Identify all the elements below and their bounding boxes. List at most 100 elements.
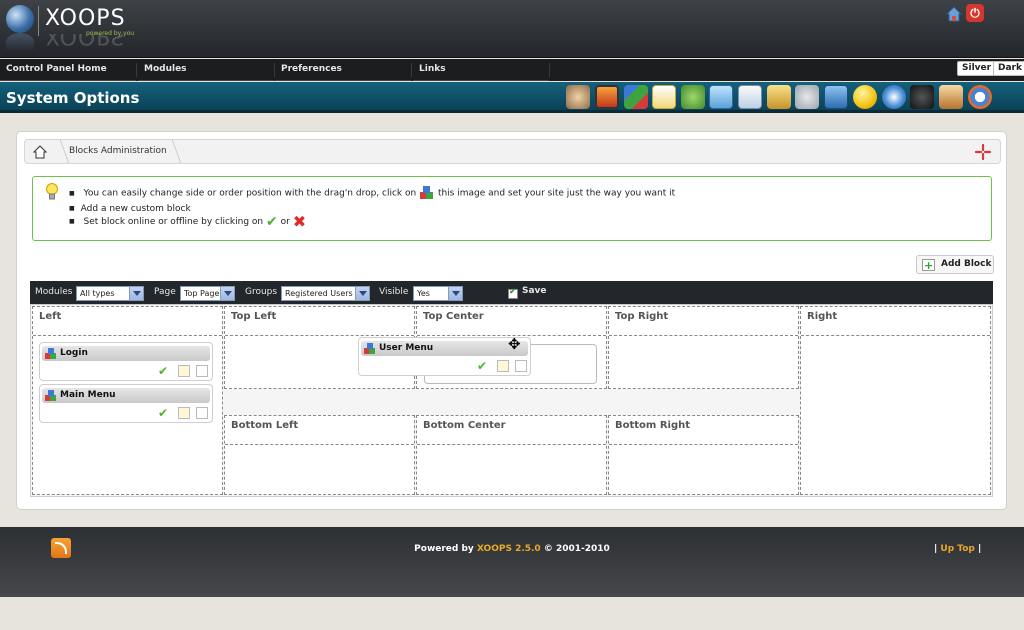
block-header[interactable]: Main Menu — [42, 388, 210, 403]
smilies-icon[interactable] — [853, 85, 877, 109]
admin-navbar: Control Panel Home Modules Preferences L… — [0, 59, 1024, 81]
zone-divider — [33, 335, 222, 336]
online-check-icon[interactable]: ✔ — [477, 360, 489, 372]
modules-filter-value: All types — [80, 289, 115, 298]
clone-icon[interactable] — [515, 360, 527, 372]
clone-icon[interactable] — [196, 407, 208, 419]
page-filter-label: Page — [154, 287, 176, 297]
visible-filter-label: Visible — [379, 287, 409, 297]
block-login[interactable]: Login ✔ — [39, 342, 213, 381]
avatars-icon[interactable] — [566, 85, 590, 109]
check-icon: ✔ — [266, 213, 278, 230]
logout-icon[interactable]: ⏻ — [966, 4, 984, 22]
page-filter-value: Top Page — [184, 289, 220, 298]
home-icon[interactable] — [946, 6, 962, 22]
zone-title: Bottom Center — [423, 420, 506, 431]
powered-prefix: Powered by — [414, 544, 474, 554]
clone-icon[interactable] — [196, 365, 208, 377]
site-footer — [0, 527, 1024, 597]
globe-logo-reflection — [6, 33, 34, 51]
groups-filter-label: Groups — [245, 287, 278, 297]
theme-silver-button[interactable]: Silver — [957, 61, 997, 76]
zone-title: Right — [807, 311, 838, 322]
tip-drag-drop: You can easily change side or order posi… — [69, 185, 675, 201]
page-filter-select[interactable]: Top Page — [180, 286, 235, 301]
block-user-menu[interactable]: User Menu ✔ — [358, 337, 531, 376]
powered-brand-link[interactable]: XOOPS 2.5.0 — [477, 544, 541, 554]
powered-by: Powered by XOOPS 2.5.0 © 2001-2010 — [0, 544, 1024, 554]
online-check-icon[interactable]: ✔ — [158, 407, 170, 419]
block-title: User Menu — [379, 343, 434, 353]
tip-text: Set block online or offline by clicking … — [83, 217, 264, 227]
users-icon[interactable] — [939, 85, 963, 109]
theme-dark-button[interactable]: Dark — [993, 61, 1024, 76]
block-title: Main Menu — [60, 390, 116, 400]
blocks-icon — [45, 348, 56, 359]
zone-title: Bottom Left — [231, 420, 299, 431]
home-icon[interactable] — [33, 145, 47, 159]
up-top-link[interactable]: Up Top — [940, 544, 974, 554]
zone-divider — [225, 335, 414, 336]
block-header[interactable]: User Menu — [361, 341, 528, 356]
online-check-icon[interactable]: ✔ — [158, 365, 170, 377]
templates-icon[interactable] — [882, 85, 906, 109]
zone-right[interactable]: Right — [800, 306, 991, 495]
block-header[interactable]: Login — [42, 346, 210, 361]
tips-box: You can easily change side or order posi… — [32, 176, 992, 241]
globe-logo-icon[interactable] — [6, 5, 34, 33]
move-cursor-icon: ✥ — [508, 335, 521, 353]
maintenance-icon[interactable] — [738, 85, 762, 109]
logo-divider — [38, 6, 39, 36]
preferences-icon[interactable] — [824, 85, 848, 109]
nav-control-panel-home[interactable]: Control Panel Home — [0, 59, 136, 81]
groups-filter-select[interactable]: Registered Users — [281, 286, 370, 301]
logo-text[interactable]: XOOPS — [45, 6, 126, 31]
save-label[interactable]: Save — [522, 286, 547, 296]
filter-bar: Modules All types Page Top Page Groups R… — [30, 281, 993, 304]
nav-modules[interactable]: Modules — [138, 59, 274, 81]
edit-icon[interactable] — [178, 407, 190, 419]
add-block-button[interactable]: Add Block — [916, 255, 994, 274]
chevron-down-icon — [355, 287, 369, 300]
zone-title: Bottom Right — [615, 420, 691, 431]
blocks-icon — [45, 390, 56, 401]
nav-preferences[interactable]: Preferences — [275, 59, 411, 81]
breadcrumb: Blocks Administration — [24, 139, 1001, 164]
cross-icon: ✖ — [292, 212, 307, 231]
mail-icon[interactable] — [767, 85, 791, 109]
zone-top-right[interactable]: Top Right — [608, 306, 799, 389]
breadcrumb-current[interactable]: Blocks Administration — [69, 146, 167, 156]
modules-filter-select[interactable]: All types — [76, 286, 144, 301]
lightbulb-icon — [46, 183, 58, 200]
zone-title: Top Right — [615, 311, 669, 322]
site-header: XOOPS XOOPS powered by you ⏻ — [0, 0, 1024, 58]
zone-bottom-left[interactable]: Bottom Left — [224, 415, 415, 495]
nav-separator — [136, 63, 137, 77]
help-icon[interactable] — [974, 143, 992, 161]
visible-filter-value: Yes — [417, 289, 430, 298]
visible-filter-select[interactable]: Yes — [413, 286, 463, 301]
logo-tagline: powered by you — [86, 30, 135, 37]
zone-bottom-center[interactable]: Bottom Center — [416, 415, 607, 495]
zone-bottom-right[interactable]: Bottom Right — [608, 415, 799, 495]
comments-icon[interactable] — [652, 85, 676, 109]
chevron-down-icon — [220, 287, 234, 300]
up-top: | Up Top | — [934, 544, 982, 554]
blocks-icon[interactable] — [624, 85, 648, 109]
banners-icon[interactable] — [595, 85, 619, 109]
modules-icon[interactable] — [795, 85, 819, 109]
groups-icon[interactable] — [681, 85, 705, 109]
block-main-menu[interactable]: Main Menu ✔ — [39, 384, 213, 423]
add-block-label: Add Block — [941, 259, 992, 269]
edit-icon[interactable] — [497, 360, 509, 372]
nav-links[interactable]: Links — [413, 59, 549, 81]
chevron-down-icon — [129, 287, 143, 300]
userrank-icon[interactable] — [910, 85, 934, 109]
save-checkbox[interactable] — [508, 287, 518, 299]
tips-icon[interactable] — [968, 85, 992, 109]
images-icon[interactable] — [709, 85, 733, 109]
edit-icon[interactable] — [178, 365, 190, 377]
zone-divider — [225, 444, 414, 445]
zone-divider — [417, 444, 606, 445]
zone-title: Top Left — [231, 311, 277, 322]
